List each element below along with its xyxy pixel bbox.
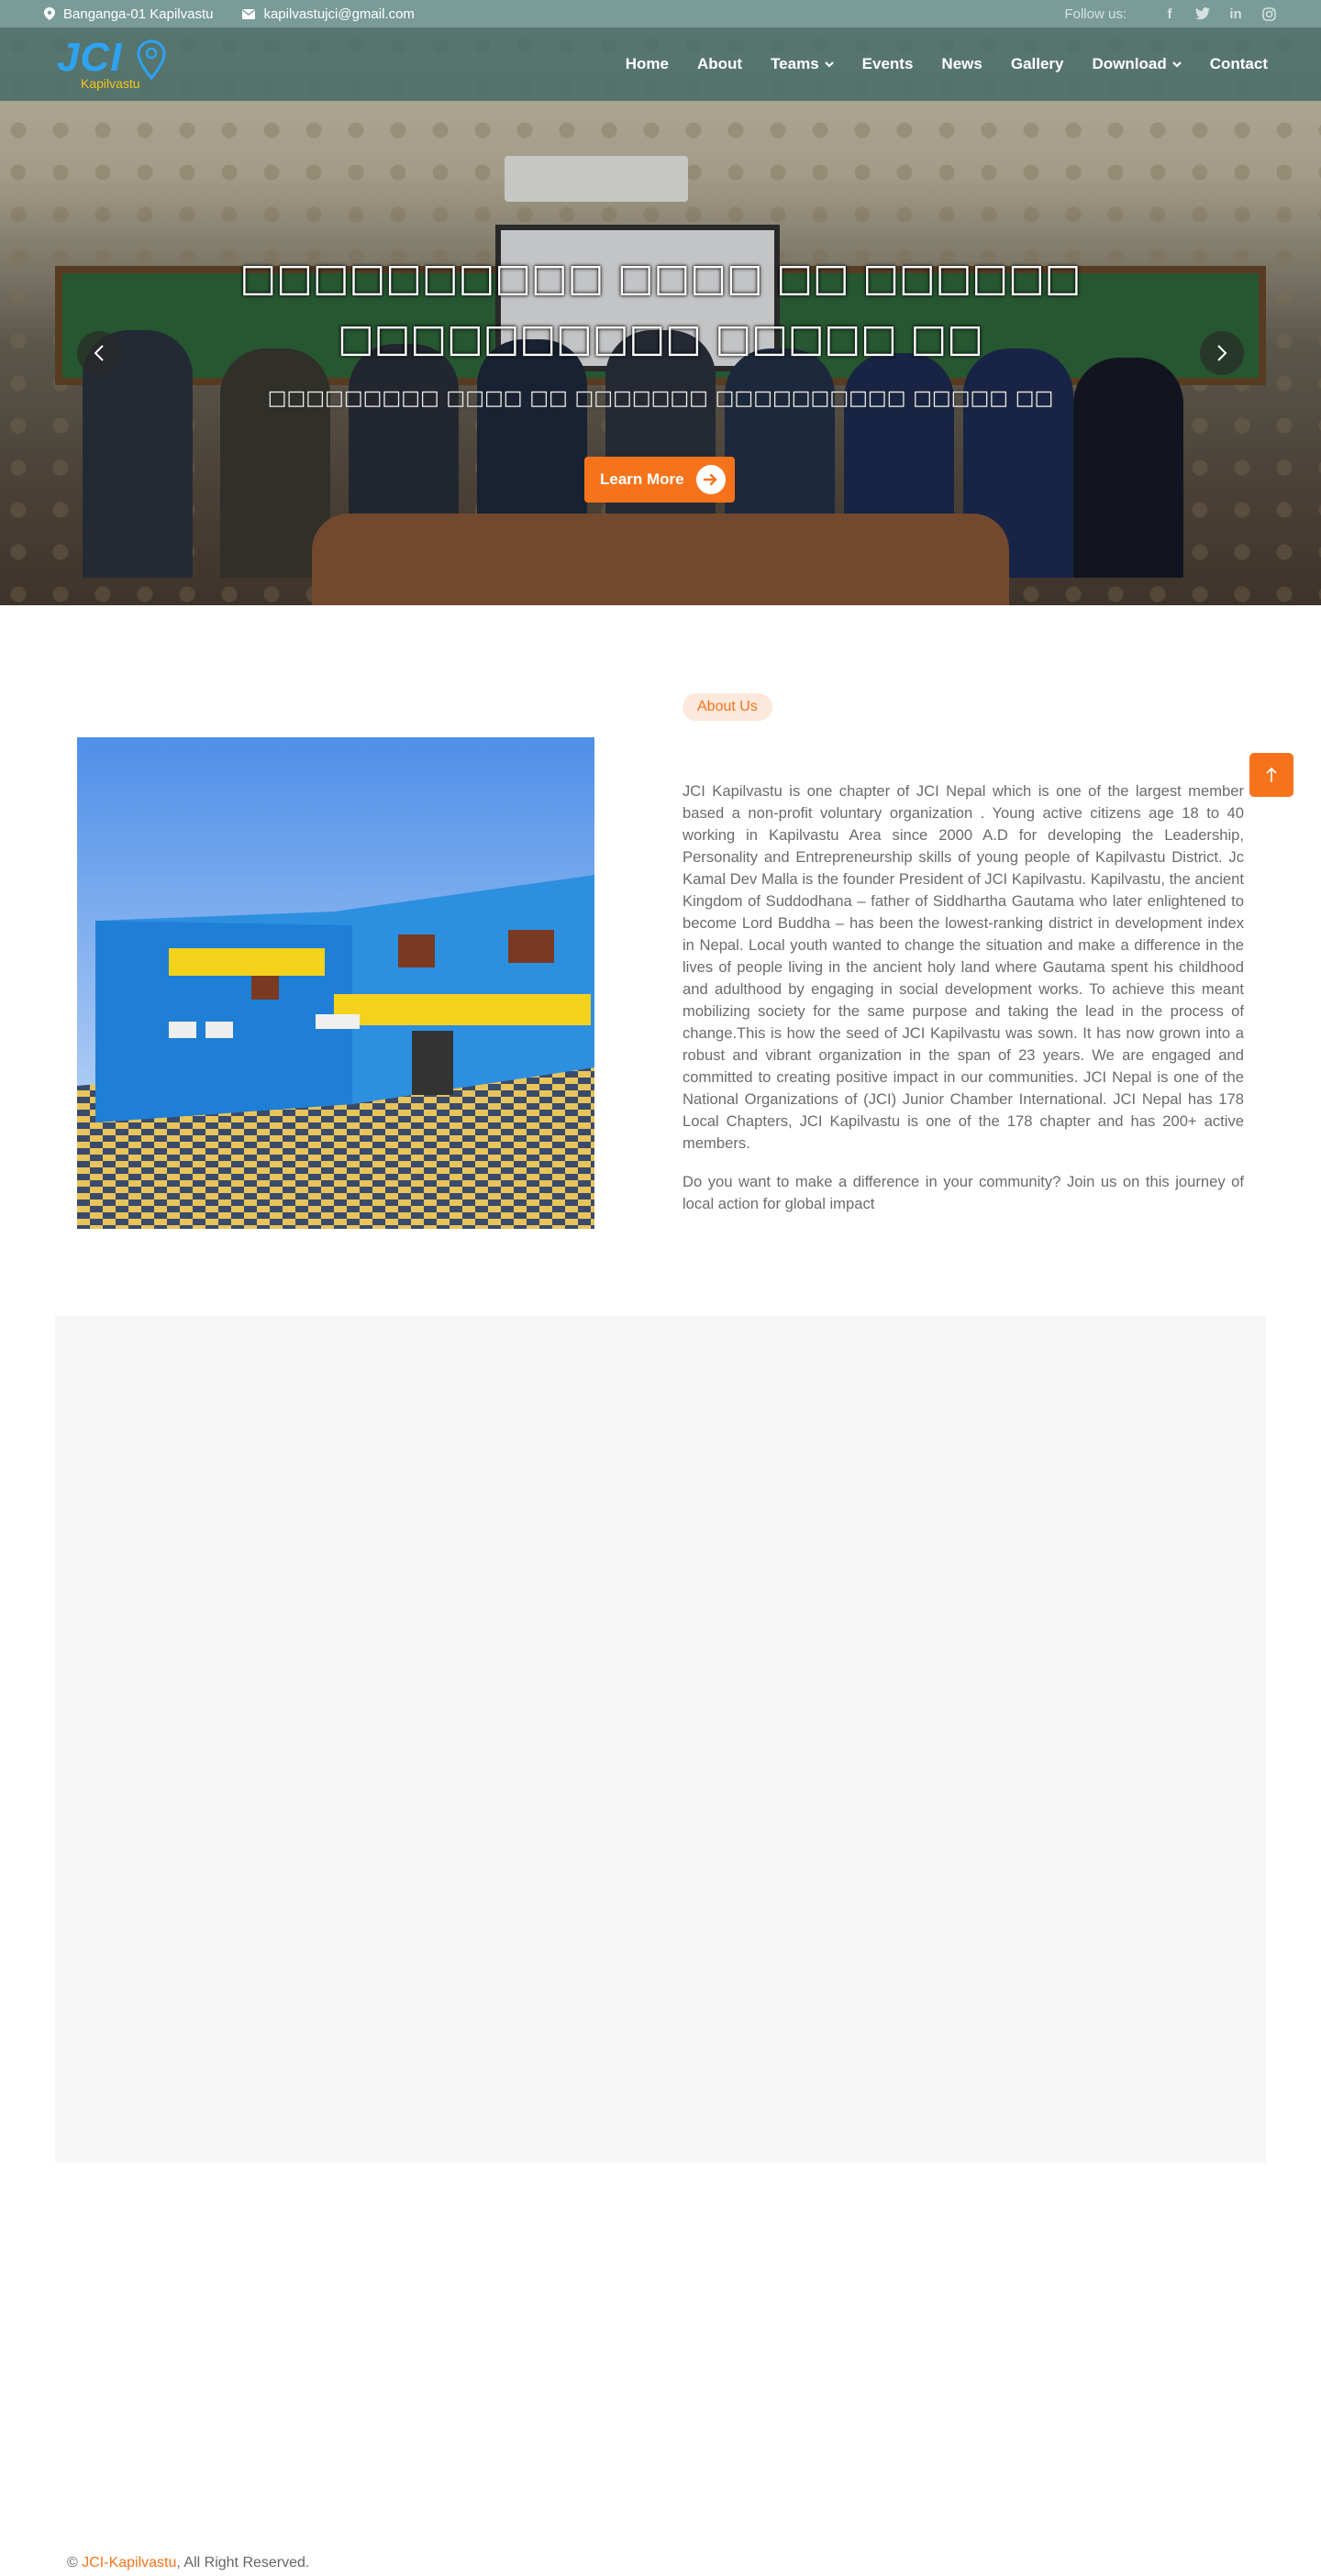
nav-contact[interactable]: Contact (1210, 55, 1268, 73)
copyright-symbol: © (67, 2555, 78, 2570)
nav-events[interactable]: Events (862, 55, 914, 73)
footer-rights-text: , All Right Reserved. (176, 2555, 310, 2570)
hero-subtitle: □□□□□□□□□ □□□□ □□ □□□□□□□ □□□□□□□□□□ □□□… (267, 387, 1054, 410)
arrow-right-icon (695, 465, 726, 494)
about-paragraph-2: Do you want to make a difference in your… (683, 1173, 1244, 1212)
chevron-left-icon (94, 345, 104, 361)
top-bar: Banganga-01 Kapilvastu kapilvastujci@gma… (0, 0, 1321, 28)
hero-title-line-1: □□□□□□□□□□ □□□□ □□ □□□□□□ (239, 255, 1082, 300)
footer-copyright: © JCI-Kapilvastu, All Right Reserved. (67, 2555, 309, 2571)
chevron-right-icon (1217, 345, 1227, 361)
facebook-icon[interactable]: f (1161, 6, 1178, 22)
main-navbar: JCI Kapilvastu Home About Teams Events N… (0, 28, 1321, 101)
nav-news[interactable]: News (941, 55, 982, 73)
follow-label: Follow us: (1064, 6, 1127, 22)
about-building-image (77, 737, 594, 1229)
about-us-badge: About Us (683, 693, 772, 721)
follow-us: Follow us: f in (1064, 6, 1277, 22)
learn-more-label: Learn More (600, 470, 684, 488)
learn-more-button[interactable]: Learn More (584, 457, 735, 503)
carousel-prev-button[interactable] (77, 331, 121, 375)
about-paragraph-1: JCI Kapilvastu is one chapter of JCI Nep… (683, 782, 1244, 1152)
twitter-icon[interactable] (1194, 6, 1211, 22)
nav-home[interactable]: Home (626, 55, 669, 73)
chevron-down-icon (824, 61, 834, 68)
linkedin-icon[interactable]: in (1227, 6, 1244, 22)
footer-brand-link[interactable]: JCI-Kapilvastu (82, 2555, 176, 2570)
logo-subtitle: Kapilvastu (81, 76, 140, 91)
nav-download[interactable]: Download (1093, 55, 1182, 73)
carousel-next-button[interactable] (1200, 331, 1244, 375)
envelope-icon (242, 8, 256, 19)
content-placeholder-section (55, 1316, 1266, 2162)
address-item: Banganga-01 Kapilvastu (44, 6, 213, 22)
email-text[interactable]: kapilvastujci@gmail.com (263, 6, 414, 22)
nav-teams[interactable]: Teams (771, 55, 834, 73)
instagram-icon[interactable] (1260, 6, 1277, 22)
nav-about[interactable]: About (697, 55, 742, 73)
hero-title-line-2: □□□□□□□□□□ □□□□□ □□ (338, 315, 983, 360)
hero-carousel: □□□□□□□□□□ □□□□ □□ □□□□□□ □□□□□□□□□□ □□□… (0, 28, 1321, 605)
nav-download-label: Download (1092, 55, 1167, 72)
nav-menu: Home About Teams Events News Gallery Dow… (597, 55, 1268, 73)
email-item[interactable]: kapilvastujci@gmail.com (242, 6, 415, 22)
address-text: Banganga-01 Kapilvastu (63, 6, 214, 22)
location-pin-icon (44, 7, 55, 20)
logo-pin-icon (137, 39, 166, 80)
nav-gallery[interactable]: Gallery (1011, 55, 1064, 73)
scroll-to-top-button[interactable] (1249, 753, 1293, 797)
nav-teams-label: Teams (771, 55, 819, 72)
logo-text: JCI (57, 35, 123, 80)
site-logo[interactable]: JCI Kapilvastu (57, 35, 166, 91)
chevron-down-icon (1171, 61, 1182, 68)
arrow-up-icon (1266, 767, 1277, 782)
